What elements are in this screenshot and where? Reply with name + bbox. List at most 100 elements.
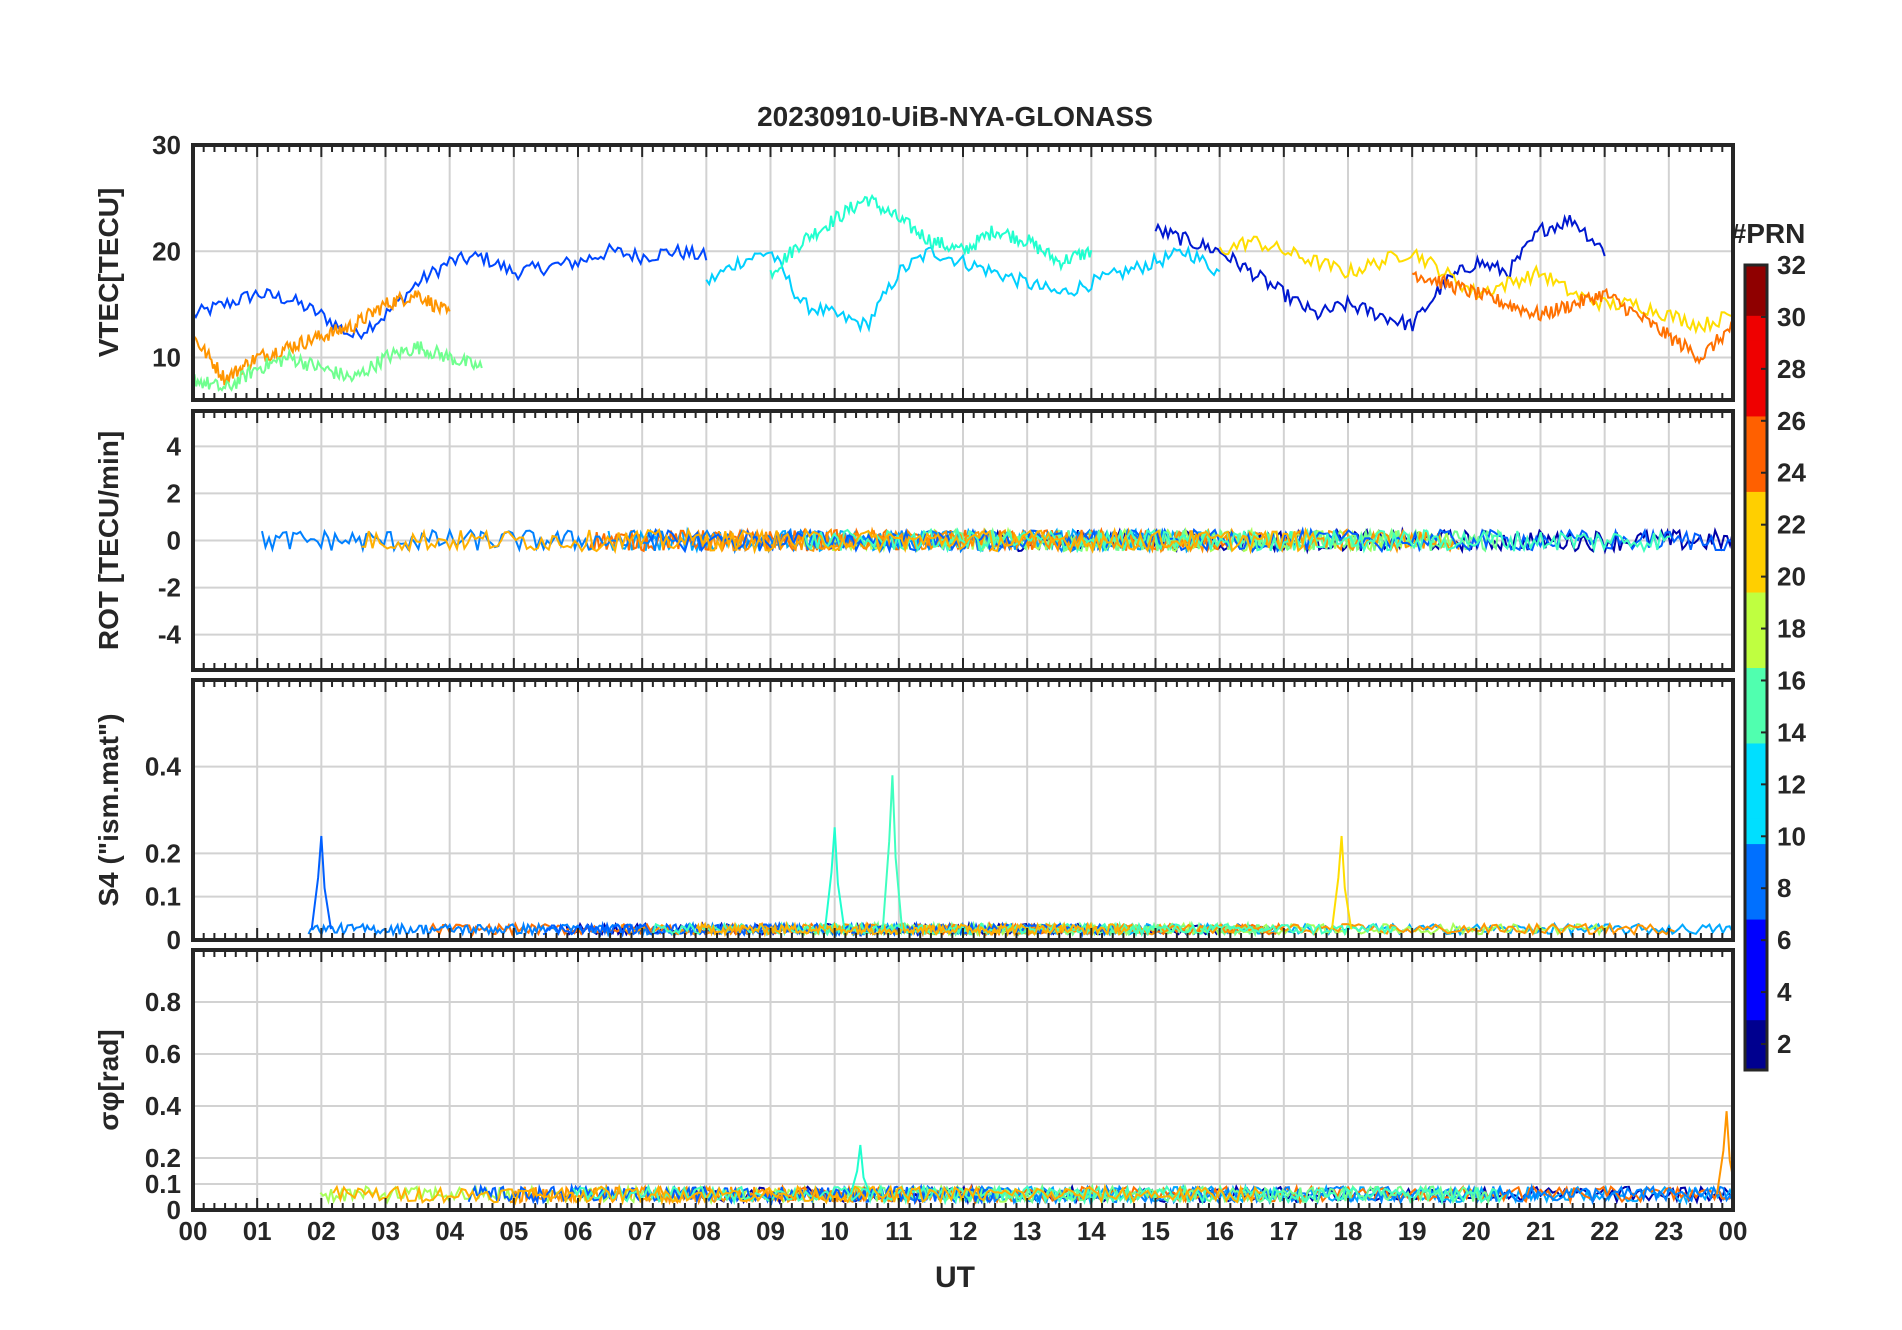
x-tick-label: 15 bbox=[1141, 1216, 1170, 1246]
y-axis-label: ROT [TECU/min] bbox=[93, 431, 124, 650]
series-group bbox=[319, 1111, 1733, 1207]
x-tick-label: 07 bbox=[628, 1216, 657, 1246]
y-tick-label: 10 bbox=[152, 343, 181, 373]
y-tick-label: 0.1 bbox=[145, 1169, 181, 1199]
colorbar-segment bbox=[1745, 290, 1767, 316]
x-tick-label: 17 bbox=[1269, 1216, 1298, 1246]
series-line-prn-14 bbox=[769, 193, 1093, 281]
panel-3: 0 0.1 0.2 0.4 S4 ("ism.mat") bbox=[93, 678, 1735, 955]
x-tick-label: 10 bbox=[820, 1216, 849, 1246]
colorbar-tick-label: 22 bbox=[1777, 510, 1806, 540]
colorbar-segment bbox=[1745, 768, 1767, 794]
x-tick-label: 11 bbox=[885, 1216, 913, 1246]
grid bbox=[193, 680, 1733, 941]
y-tick-label: -2 bbox=[158, 573, 181, 603]
x-tick-label: 12 bbox=[949, 1216, 978, 1246]
colorbar-segment bbox=[1745, 415, 1767, 442]
panel-2: -4 -2 0 2 4 ROT [TECU/min] bbox=[93, 409, 1735, 672]
y-tick-label: 0.2 bbox=[145, 1143, 181, 1173]
colorbar-tick-label: 4 bbox=[1777, 977, 1792, 1007]
colorbar-tick-label: 8 bbox=[1777, 873, 1791, 903]
colorbar-segment bbox=[1745, 441, 1767, 467]
colorbar-tick-label: 2 bbox=[1777, 1029, 1791, 1059]
y-tick-label: 0 bbox=[167, 925, 181, 955]
y-tick-label: 20 bbox=[152, 236, 181, 266]
x-tick-label: 08 bbox=[692, 1216, 721, 1246]
colorbar-segment bbox=[1745, 491, 1767, 518]
x-tick-label: 21 bbox=[1526, 1216, 1555, 1246]
y-tick-label: 0.1 bbox=[145, 882, 181, 912]
x-tick-label: 09 bbox=[756, 1216, 785, 1246]
colorbar-segment bbox=[1745, 340, 1767, 367]
colorbar-segment bbox=[1745, 994, 1767, 1021]
panels: 10 20 30 VTEC[TECU] -4 -2 0 2 4 ROT [TECU/min] 0 0.… bbox=[93, 130, 1735, 1225]
colorbar-tick-label: 12 bbox=[1777, 769, 1806, 799]
y-tick-label: 0.6 bbox=[145, 1039, 181, 1069]
colorbar-segment bbox=[1745, 390, 1767, 417]
colorbar-segment bbox=[1745, 315, 1767, 341]
x-tick-label: 05 bbox=[499, 1216, 528, 1246]
y-tick-label: 0 bbox=[167, 526, 181, 556]
x-tick-label: 18 bbox=[1334, 1216, 1363, 1246]
x-tick-label: 20 bbox=[1462, 1216, 1491, 1246]
figure: 20230910-UiB-NYA-GLONASS 102030VTEC[TECU… bbox=[93, 101, 1806, 1294]
colorbar-segment bbox=[1745, 944, 1767, 970]
grid bbox=[193, 950, 1733, 1211]
colorbar-segment bbox=[1745, 843, 1767, 870]
x-tick-label: 13 bbox=[1013, 1216, 1042, 1246]
y-tick-label: 0.8 bbox=[145, 987, 181, 1017]
y-tick-label: 0.2 bbox=[145, 838, 181, 868]
y-tick-label: 0.4 bbox=[145, 752, 182, 782]
x-tick-label: 23 bbox=[1654, 1216, 1683, 1246]
x-tick-label: 03 bbox=[371, 1216, 400, 1246]
y-tick-label: 30 bbox=[152, 130, 181, 160]
colorbar-tick-label: 16 bbox=[1777, 665, 1806, 695]
y-tick-label: 2 bbox=[167, 478, 181, 508]
colorbar-segment bbox=[1745, 1044, 1767, 1071]
colorbar-tick-label: 32 bbox=[1777, 250, 1806, 280]
x-tick-label: 19 bbox=[1398, 1216, 1427, 1246]
x-tick-label: 04 bbox=[435, 1216, 464, 1246]
colorbar-segment bbox=[1745, 793, 1767, 819]
colorbar-segment bbox=[1745, 642, 1767, 668]
figure-title: 20230910-UiB-NYA-GLONASS bbox=[757, 101, 1153, 132]
x-tick-label: 14 bbox=[1077, 1216, 1106, 1246]
panel-4: 00.10.20.40.60.8σφ[rad] bbox=[93, 948, 1735, 1225]
colorbar: 2468101214161820222426283032 bbox=[1743, 250, 1806, 1072]
colorbar-segment bbox=[1745, 541, 1767, 568]
colorbar-segment bbox=[1745, 742, 1767, 769]
x-tick-labels: 00 01 02 03 04 05 06 07 08 09 10 11 12 13 14 15 16 17 18 19… bbox=[179, 1216, 1748, 1246]
x-tick-label: 16 bbox=[1205, 1216, 1234, 1246]
colorbar-segment bbox=[1745, 868, 1767, 895]
x-tick-label: 22 bbox=[1590, 1216, 1619, 1246]
colorbar-segment bbox=[1745, 265, 1767, 291]
x-tick-label: 00 bbox=[1719, 1216, 1748, 1246]
colorbar-tick-label: 24 bbox=[1777, 458, 1806, 488]
y-tick-label: 4 bbox=[167, 431, 182, 461]
colorbar-segment bbox=[1745, 592, 1767, 618]
colorbar-tick-label: 26 bbox=[1777, 406, 1806, 436]
colorbar-segment bbox=[1745, 893, 1767, 920]
colorbar-tick-label: 10 bbox=[1777, 821, 1806, 851]
colorbar-tick-label: 18 bbox=[1777, 614, 1806, 644]
colorbar-tick-label: 6 bbox=[1777, 925, 1791, 955]
colorbar-segment bbox=[1745, 617, 1767, 643]
y-tick-label: -4 bbox=[158, 620, 182, 650]
x-tick-label: 02 bbox=[307, 1216, 336, 1246]
colorbar-label: #PRN bbox=[1731, 218, 1806, 249]
series-group bbox=[307, 775, 1733, 939]
x-axis-label: UT bbox=[935, 1261, 975, 1294]
y-tick-label: 0.4 bbox=[145, 1091, 182, 1121]
colorbar-segment bbox=[1745, 466, 1767, 492]
colorbar-segment bbox=[1745, 818, 1767, 845]
x-tick-label: 01 bbox=[243, 1216, 272, 1246]
y-axis-label: VTEC[TECU] bbox=[93, 188, 124, 358]
colorbar-segment bbox=[1745, 566, 1767, 593]
colorbar-tick-label: 28 bbox=[1777, 354, 1806, 384]
colorbar-tick-label: 30 bbox=[1777, 302, 1806, 332]
colorbar-tick-label: 14 bbox=[1777, 717, 1806, 747]
colorbar-segment bbox=[1745, 717, 1767, 744]
colorbar-segment bbox=[1745, 692, 1767, 719]
colorbar-tick-label: 20 bbox=[1777, 562, 1806, 592]
x-tick-label: 00 bbox=[179, 1216, 208, 1246]
